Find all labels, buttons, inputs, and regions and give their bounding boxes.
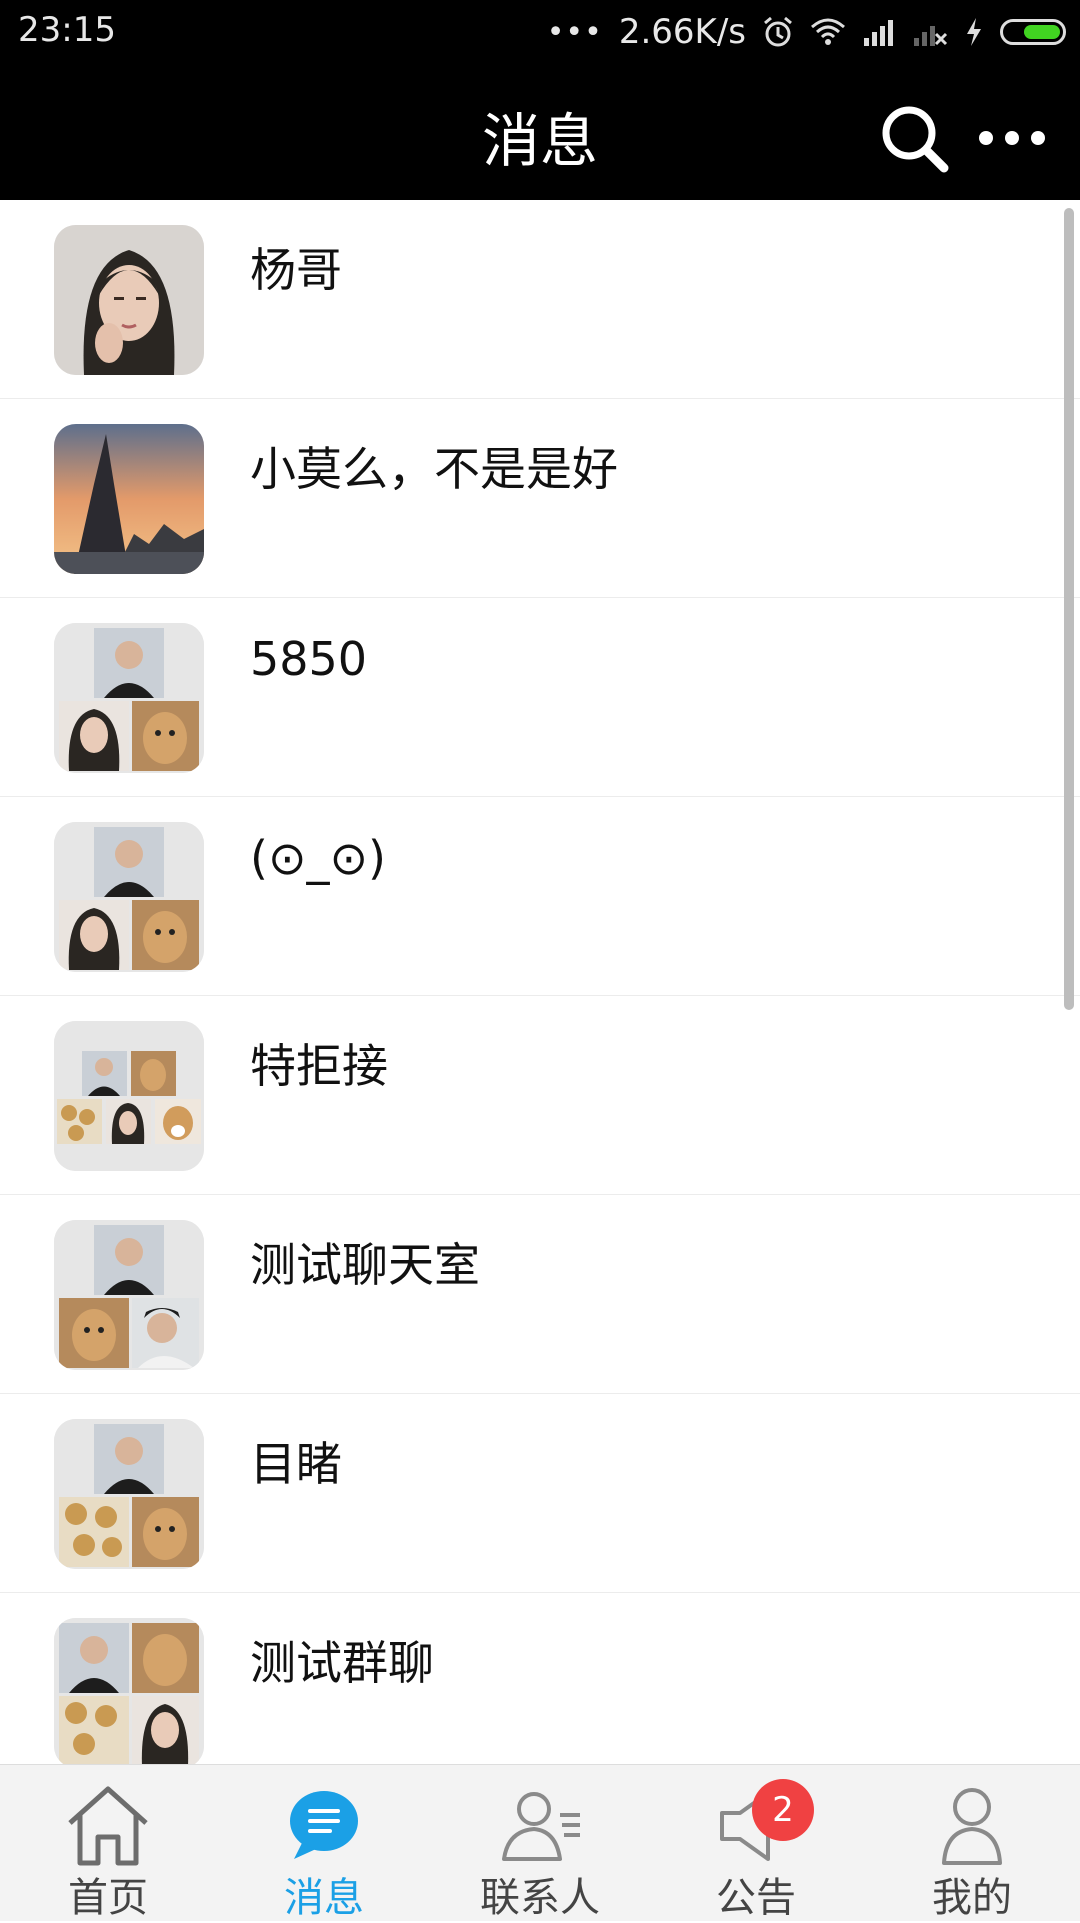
conversation-name: 杨哥 — [250, 243, 342, 297]
conversation-name: (⊙_⊙) — [250, 831, 386, 885]
app-header: 消息 — [0, 64, 1080, 200]
signal-icon — [864, 20, 893, 46]
group-avatar — [54, 1021, 204, 1171]
profile-icon — [942, 1788, 1002, 1865]
conversation-item[interactable]: 5850 — [0, 598, 1080, 797]
conversation-item[interactable]: 杨哥 — [0, 200, 1080, 399]
conversation-name: 目睹 — [250, 1437, 342, 1491]
message-icon — [290, 1791, 358, 1859]
bottom-tab-bar: 首页 消息 联系人 公告 2 我的 — [0, 1764, 1080, 1921]
tab-label: 首页 — [68, 1875, 148, 1921]
conversation-item[interactable]: 特拒接 — [0, 996, 1080, 1195]
tab-profile[interactable]: 我的 — [864, 1765, 1080, 1921]
group-avatar — [54, 1419, 204, 1569]
battery-icon — [1000, 19, 1066, 45]
avatar — [54, 225, 204, 375]
unread-badge: 2 — [752, 1779, 814, 1841]
tab-label: 我的 — [932, 1875, 1012, 1921]
conversation-name: 特拒接 — [250, 1039, 388, 1093]
conversation-name: 测试聊天室 — [250, 1238, 480, 1292]
conversation-name: 小莫么，不是是好 — [250, 442, 618, 496]
net-speed: 2.66K/s — [618, 12, 746, 52]
conversation-item[interactable]: (⊙_⊙) — [0, 797, 1080, 996]
tab-home[interactable]: 首页 — [0, 1765, 216, 1921]
contacts-icon — [502, 1792, 580, 1861]
group-avatar — [54, 1618, 204, 1764]
signal-no-sim-icon — [914, 26, 948, 46]
status-bar: 23:15 ••• 2.66K/s — [0, 0, 1080, 64]
status-dots: ••• — [546, 14, 603, 50]
status-time: 23:15 — [18, 10, 116, 50]
conversation-item[interactable]: 测试群聊 — [0, 1593, 1080, 1764]
tab-label: 联系人 — [480, 1875, 600, 1921]
group-avatar — [54, 623, 204, 773]
list-scrollbar[interactable] — [1064, 208, 1074, 1010]
group-avatar — [54, 1220, 204, 1370]
charging-icon — [967, 18, 981, 46]
alarm-icon — [764, 16, 792, 47]
more-icon[interactable] — [976, 114, 1048, 162]
conversation-list[interactable]: 杨哥 小莫么，不是是好 5850 (⊙_⊙) 特拒接 测试聊天室 目睹 测试群聊 — [0, 200, 1080, 1764]
tab-announcements[interactable]: 公告 — [648, 1765, 864, 1921]
tab-label: 消息 — [284, 1875, 364, 1921]
status-icons: ••• 2.66K/s — [547, 10, 1066, 54]
tab-contacts[interactable]: 联系人 — [432, 1765, 648, 1921]
tab-label: 公告 — [716, 1875, 796, 1921]
conversation-name: 测试群聊 — [250, 1636, 434, 1690]
search-icon[interactable] — [876, 100, 952, 176]
tab-messages[interactable]: 消息 — [216, 1765, 432, 1921]
wifi-icon — [811, 18, 845, 45]
avatar — [54, 424, 204, 574]
conversation-item[interactable]: 目睹 — [0, 1394, 1080, 1593]
conversation-item[interactable]: 小莫么，不是是好 — [0, 399, 1080, 598]
conversation-item[interactable]: 测试聊天室 — [0, 1195, 1080, 1394]
conversation-name: 5850 — [250, 632, 368, 686]
home-icon — [68, 1786, 148, 1866]
group-avatar — [54, 822, 204, 972]
